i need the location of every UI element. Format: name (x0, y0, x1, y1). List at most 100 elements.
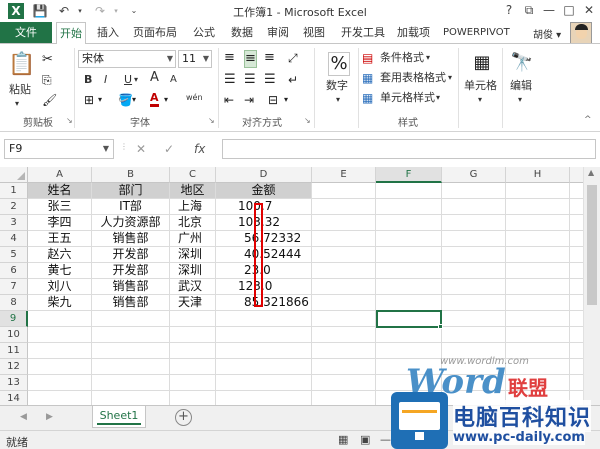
maximize-button[interactable]: □ (560, 2, 578, 19)
bold-button[interactable]: B (84, 72, 92, 88)
format-as-table-button[interactable]: 套用表格格式 (380, 70, 446, 86)
fill-color-icon[interactable]: 🪣 (118, 92, 133, 108)
header-cell-dept[interactable]: 部门 (92, 183, 170, 199)
cell-styles-dropdown-icon[interactable]: ▾ (436, 90, 440, 106)
font-color-button[interactable]: A (150, 92, 159, 107)
editing-dropdown-icon[interactable]: ▾ (518, 92, 522, 108)
align-bottom-icon[interactable]: ≡ (264, 50, 275, 66)
table-format-icon[interactable]: ▦ (362, 70, 373, 86)
cell-styles-button[interactable]: 单元格样式 (380, 90, 435, 106)
data-cell[interactable]: 56.72332 (216, 231, 312, 247)
orientation-icon[interactable]: ⤢ (288, 50, 298, 66)
header-cell-name[interactable]: 姓名 (28, 183, 92, 199)
zoom-out-icon[interactable]: — (380, 433, 391, 446)
number-format-icon[interactable]: % (328, 52, 350, 76)
binoculars-icon[interactable]: 🔭 (510, 52, 534, 74)
format-as-table-dropdown-icon[interactable]: ▾ (448, 70, 452, 86)
align-right-icon[interactable]: ☰ (264, 72, 276, 88)
merge-dropdown-icon[interactable]: ▾ (284, 92, 288, 108)
tab-page-layout[interactable]: 页面布局 (130, 22, 180, 43)
column-header-f[interactable]: F (376, 167, 442, 183)
header-cell-region[interactable]: 地区 (170, 183, 216, 199)
row-header[interactable]: 6 (0, 263, 28, 279)
data-cell[interactable]: 广州 (170, 231, 216, 247)
format-painter-icon[interactable]: 🖌 (42, 92, 57, 108)
row-header[interactable]: 12 (0, 359, 28, 375)
data-cell[interactable]: 赵六 (28, 247, 92, 263)
conditional-format-button[interactable]: 条件格式 (380, 50, 424, 66)
cut-icon[interactable]: ✂ (42, 52, 53, 68)
align-center-icon[interactable]: ☰ (244, 72, 256, 88)
column-header-d[interactable]: D (216, 167, 312, 183)
column-header-e[interactable]: E (312, 167, 376, 183)
sheet-tab-sheet1[interactable]: Sheet1 (92, 406, 146, 428)
redo-icon[interactable]: ↷ (92, 3, 108, 19)
data-cell[interactable]: 深圳 (170, 263, 216, 279)
select-all-button[interactable] (0, 167, 28, 183)
align-top-icon[interactable]: ≡ (224, 50, 235, 66)
tab-view[interactable]: 视图 (300, 22, 328, 43)
help-button[interactable]: ? (500, 2, 518, 19)
data-cell[interactable]: 103.32 (216, 215, 312, 231)
user-account[interactable]: 胡俊 ▾ (533, 26, 561, 41)
paste-icon[interactable]: 📋 (8, 50, 35, 80)
selected-cell-f9[interactable] (376, 310, 442, 328)
customize-toolbar-icon[interactable]: ⌄ (126, 3, 142, 19)
underline-button[interactable]: U (124, 72, 132, 88)
data-cell[interactable]: 开发部 (92, 247, 170, 263)
row-header[interactable]: 9 (0, 311, 28, 327)
row-header[interactable]: 4 (0, 231, 28, 247)
font-launcher-icon[interactable]: ↘ (208, 116, 215, 125)
redo-dropdown-icon[interactable]: ▾ (108, 3, 124, 19)
scroll-thumb[interactable] (587, 185, 597, 305)
cells-icon[interactable]: ▦ (470, 52, 494, 74)
cancel-entry-icon[interactable]: ✕ (136, 142, 146, 156)
border-icon[interactable]: ⊞ (84, 92, 94, 108)
data-cell[interactable]: 开发部 (92, 263, 170, 279)
tab-file[interactable]: 文件 (0, 22, 52, 43)
fill-color-dropdown-icon[interactable]: ▾ (132, 92, 136, 108)
vertical-scrollbar[interactable]: ▲ (583, 167, 600, 405)
data-cell[interactable]: 张三 (28, 199, 92, 215)
data-cell[interactable]: 40.52444 (216, 247, 312, 263)
merge-center-icon[interactable]: ⊟ (268, 92, 278, 108)
grow-font-button[interactable]: A (150, 70, 159, 86)
tab-review[interactable]: 审阅 (264, 22, 292, 43)
row-header[interactable]: 1 (0, 183, 28, 199)
copy-icon[interactable]: ⎘ (42, 72, 52, 88)
font-name-select[interactable]: 宋体 ▼ (78, 50, 176, 68)
data-cell[interactable]: 李四 (28, 215, 92, 231)
italic-button[interactable]: I (104, 72, 107, 88)
row-header[interactable]: 11 (0, 343, 28, 359)
data-cell[interactable]: 武汉 (170, 279, 216, 295)
header-cell-amount[interactable]: 金额 (216, 183, 312, 199)
undo-dropdown-icon[interactable]: ▾ (72, 3, 88, 19)
cell-styles-icon[interactable]: ▦ (362, 90, 373, 106)
data-cell[interactable]: IT部 (92, 199, 170, 215)
save-icon[interactable]: 💾 (32, 3, 48, 19)
confirm-entry-icon[interactable]: ✓ (164, 142, 174, 156)
insert-function-icon[interactable]: fx (194, 142, 205, 156)
paste-dropdown-icon[interactable]: ▾ (15, 96, 19, 112)
tab-home[interactable]: 开始 (56, 22, 86, 44)
align-left-icon[interactable]: ☰ (224, 72, 236, 88)
alignment-launcher-icon[interactable]: ↘ (304, 116, 311, 125)
paste-button[interactable]: 粘贴 (9, 82, 31, 98)
data-cell[interactable]: 123.0 (216, 279, 312, 295)
row-header[interactable]: 8 (0, 295, 28, 311)
data-cell[interactable]: 销售部 (92, 295, 170, 311)
data-cell[interactable]: 柴九 (28, 295, 92, 311)
page-layout-view-icon[interactable]: ▣ (360, 433, 370, 446)
data-cell[interactable]: 销售部 (92, 231, 170, 247)
column-header-c[interactable]: C (170, 167, 216, 183)
increase-indent-icon[interactable]: ⇥ (244, 92, 254, 108)
tab-addins[interactable]: 加载项 (394, 22, 433, 43)
row-header[interactable]: 7 (0, 279, 28, 295)
data-cell[interactable]: 天津 (170, 295, 216, 311)
conditional-format-icon[interactable]: ▤ (362, 50, 373, 66)
conditional-format-dropdown-icon[interactable]: ▾ (426, 50, 430, 66)
font-size-select[interactable]: 11 ▼ (178, 50, 212, 68)
data-cell[interactable]: 85.321866 (216, 295, 312, 311)
wrap-text-icon[interactable]: ↵ (288, 72, 298, 88)
row-header[interactable]: 2 (0, 199, 28, 215)
